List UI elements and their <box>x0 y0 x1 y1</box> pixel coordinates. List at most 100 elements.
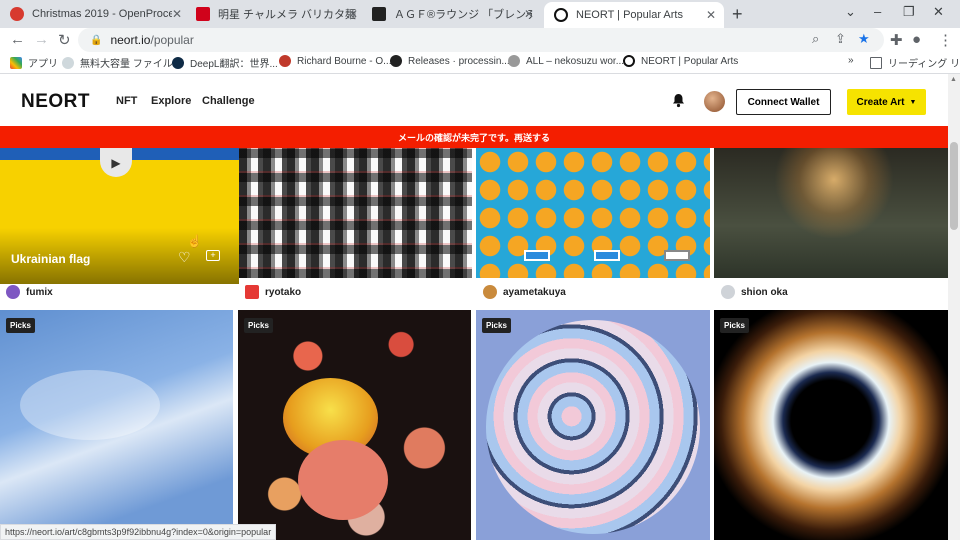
star-icon[interactable]: ★ <box>858 31 870 47</box>
art-card[interactable]: Picks <box>238 310 471 540</box>
close-icon[interactable]: ✕ <box>172 7 182 21</box>
restore-icon[interactable]: ❐ <box>903 4 915 20</box>
scrollbar[interactable]: ▲ <box>948 74 960 540</box>
caret-down-icon: ▼ <box>909 98 917 106</box>
deepl-icon <box>172 56 184 69</box>
art-shape <box>298 440 388 520</box>
share-icon[interactable]: ⇪ <box>835 31 846 47</box>
picks-badge: Picks <box>244 318 273 333</box>
close-icon[interactable]: ✕ <box>348 7 358 21</box>
site-header: NEORT NFT Explore Challenge Connect Wall… <box>0 74 948 126</box>
picks-badge: Picks <box>6 318 35 333</box>
avatar[interactable] <box>704 91 725 112</box>
extensions-icon[interactable]: ✚ <box>890 31 903 49</box>
connect-wallet-button[interactable]: Connect Wallet <box>736 89 831 115</box>
reading-list-icon <box>870 56 882 69</box>
tab-charumera[interactable]: 明星 チャルメラ バリカタ麺豚骨 5食 ✕ <box>186 0 366 28</box>
url-field[interactable]: 🔒 neort.io/popular ⌕ ⇪ ★ <box>78 28 884 52</box>
close-icon[interactable]: ✕ <box>524 7 534 21</box>
add-collection-icon[interactable]: + <box>206 250 220 261</box>
menu-icon[interactable]: ⋮ <box>938 31 953 49</box>
tab-bar: Christmas 2019 - OpenProcessing ✕ 明星 チャル… <box>0 0 960 28</box>
tab-title: Christmas 2019 - OpenProcessing <box>32 8 172 20</box>
bookmark-item[interactable]: Releases · processin... <box>390 55 510 67</box>
artist-link[interactable]: shion oka <box>721 285 788 299</box>
reading-list[interactable]: リーディング リスト <box>870 55 960 70</box>
openprocessing-icon <box>279 55 291 67</box>
avatar <box>245 285 259 299</box>
bookmark-item[interactable]: ALL – nekosuzu wor... <box>508 55 624 67</box>
art-card[interactable]: ▶ Ukrainian flag ♡ + ☝ <box>0 148 239 284</box>
neort-favicon-icon <box>554 8 568 22</box>
bookmark-item[interactable]: 無料大容量 ファイル... <box>62 55 181 70</box>
window-close-icon[interactable]: ✕ <box>933 4 944 20</box>
tab-title: 明星 チャルメラ バリカタ麺豚骨 5食 <box>218 9 356 21</box>
bookmark-item[interactable]: DeepL翻訳：世界... <box>172 55 278 70</box>
scrollbar-thumb[interactable] <box>950 142 958 230</box>
art-card[interactable]: Picks <box>476 310 710 540</box>
bookmark-item[interactable]: Richard Bourne - O... <box>279 55 391 67</box>
tab-openprocessing[interactable]: Christmas 2019 - OpenProcessing ✕ <box>0 0 190 28</box>
close-icon[interactable]: ✕ <box>706 8 716 22</box>
address-bar: ← → ↻ 🔒 neort.io/popular ⌕ ⇪ ★ ✚ ● ⋮ <box>0 28 960 52</box>
page-content: NEORT NFT Explore Challenge Connect Wall… <box>0 74 948 540</box>
minimize-icon[interactable]: – <box>874 4 881 19</box>
art-card[interactable] <box>476 148 710 278</box>
art-detail <box>594 250 620 261</box>
forward-icon[interactable]: → <box>34 31 49 48</box>
site-logo[interactable]: NEORT <box>21 91 90 113</box>
tab-agf[interactable]: ＡＧＦ®ラウンジ 「ブレンディ®」ス ✕ <box>362 0 542 28</box>
new-tab-button[interactable]: + <box>732 4 743 25</box>
avatar <box>721 285 735 299</box>
art-detail <box>524 250 550 261</box>
bookmarks-bar: アプリ 無料大容量 ファイル... DeepL翻訳：世界... Richard … <box>0 52 960 74</box>
openprocessing-favicon-icon <box>10 7 24 21</box>
create-art-button[interactable]: Create Art ▼ <box>847 89 926 115</box>
avatar <box>483 285 497 299</box>
picks-badge: Picks <box>482 318 511 333</box>
play-icon[interactable]: ▶ <box>100 148 132 177</box>
art-card[interactable] <box>714 148 948 278</box>
artist-link[interactable]: fumix <box>6 285 53 299</box>
picks-badge: Picks <box>720 318 749 333</box>
art-glow <box>754 148 914 238</box>
status-url: https://neort.io/art/c8gbmts3p9f92ibbnu4… <box>0 524 277 540</box>
nav-challenge[interactable]: Challenge <box>202 95 255 107</box>
art-card[interactable]: Picks <box>0 310 233 540</box>
email-verify-banner[interactable]: メールの確認が未完了です。再送する <box>0 126 948 148</box>
shop-favicon-icon <box>196 7 210 21</box>
globe-icon <box>508 55 520 67</box>
url-text: neort.io/popular <box>110 33 194 47</box>
art-title: Ukrainian flag <box>11 252 91 266</box>
agf-favicon-icon <box>372 7 386 21</box>
reload-icon[interactable]: ↻ <box>58 31 71 49</box>
art-card[interactable] <box>239 148 472 278</box>
back-icon[interactable]: ← <box>10 31 25 48</box>
github-icon <box>390 55 402 67</box>
bookmark-item[interactable]: NEORT | Popular Arts <box>623 55 738 67</box>
neort-icon <box>623 55 635 67</box>
art-disc <box>486 320 700 534</box>
tab-title: NEORT | Popular Arts <box>576 9 683 21</box>
profile-icon[interactable]: ● <box>912 31 921 48</box>
tab-neort[interactable]: NEORT | Popular Arts ✕ <box>544 2 724 28</box>
zoom-icon[interactable]: ⌕ <box>812 31 819 47</box>
chevron-down-icon[interactable]: ⌄ <box>845 4 856 20</box>
tab-title: ＡＧＦ®ラウンジ 「ブレンディ®」ス <box>394 9 532 21</box>
artist-link[interactable]: ayametakuya <box>483 285 566 299</box>
bell-icon[interactable] <box>672 93 685 111</box>
nav-explore[interactable]: Explore <box>151 95 191 107</box>
avatar <box>6 285 20 299</box>
art-card[interactable]: Picks <box>714 310 948 540</box>
lock-icon: 🔒 <box>90 34 103 46</box>
scroll-up-icon[interactable]: ▲ <box>950 76 957 83</box>
apps-grid-icon <box>10 56 22 69</box>
art-pattern <box>239 148 472 278</box>
art-cloud <box>20 370 160 440</box>
bookmark-apps[interactable]: アプリ <box>10 55 58 70</box>
nav-nft[interactable]: NFT <box>116 95 137 107</box>
cursor-icon: ☝ <box>187 234 202 248</box>
artist-link[interactable]: ryotako <box>245 285 301 299</box>
bookmarks-more-button[interactable]: » <box>848 55 854 66</box>
heart-icon[interactable]: ♡ <box>178 249 191 266</box>
